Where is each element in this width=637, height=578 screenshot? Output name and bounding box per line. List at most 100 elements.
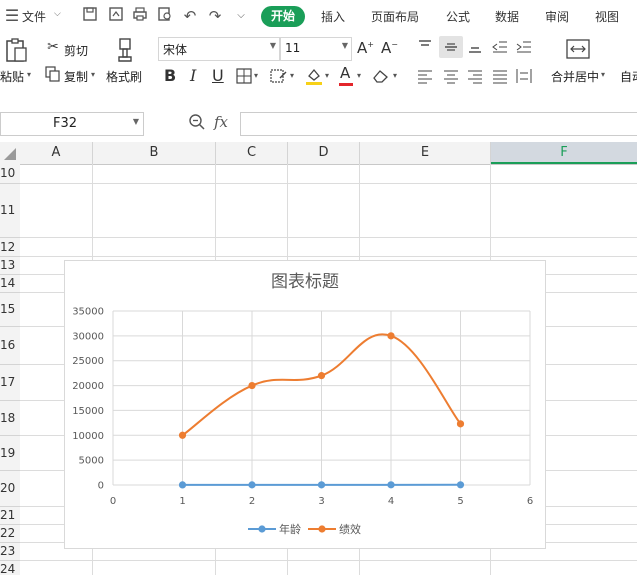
row-header-10[interactable]: 10 — [0, 164, 20, 184]
save-icon[interactable] — [80, 6, 100, 26]
hamburger-menu-icon[interactable]: ☰ — [2, 6, 22, 26]
chart-object[interactable]: 图表标题 05000100001500020000250003000035000… — [64, 260, 546, 549]
row-header-20[interactable]: 20 — [0, 471, 20, 507]
row-header-15[interactable]: 15 — [0, 293, 20, 327]
column-header-d[interactable]: D — [288, 142, 360, 164]
distributed-align-icon[interactable] — [516, 68, 532, 87]
row-header-11[interactable]: 11 — [0, 184, 20, 238]
export-pdf-icon[interactable] — [106, 6, 126, 26]
column-header-e[interactable]: E — [360, 142, 491, 164]
decrease-font-size-icon[interactable]: A− — [381, 39, 398, 57]
auto-wrap-button[interactable]: 自动 — [620, 68, 637, 85]
row-header-17[interactable]: 17 — [0, 365, 20, 401]
bold-icon[interactable]: B — [164, 66, 176, 85]
copy-icon[interactable] — [44, 66, 62, 84]
tab-start[interactable]: 开始 — [261, 6, 305, 27]
insert-function-button[interactable]: fx — [214, 113, 228, 131]
y-tick-label: 15000 — [72, 406, 104, 417]
print-preview-icon[interactable] — [155, 6, 175, 26]
undo-icon[interactable]: ↶ — [180, 6, 200, 26]
quick-access-more-icon[interactable]: ⌵ — [231, 6, 251, 26]
tab-insert[interactable]: 插入 — [321, 8, 345, 25]
align-bottom-icon[interactable] — [467, 39, 483, 58]
y-tick-label: 35000 — [72, 307, 104, 318]
increase-indent-icon[interactable] — [516, 39, 532, 58]
column-header-c[interactable]: C — [216, 142, 288, 164]
select-all-corner[interactable] — [4, 148, 16, 163]
y-tick-label: 20000 — [72, 381, 104, 392]
paste-dropdown-icon[interactable]: ▾ — [27, 70, 31, 79]
merge-center-icon[interactable] — [566, 38, 590, 63]
cell-style-dropdown-icon[interactable]: ▾ — [290, 71, 294, 80]
font-color-dropdown-icon[interactable]: ▾ — [357, 71, 361, 80]
zoom-search-icon[interactable] — [188, 113, 206, 134]
row-header-18[interactable]: 18 — [0, 401, 20, 436]
chart-legend[interactable]: 年龄绩效 — [248, 522, 361, 536]
redo-icon[interactable]: ↷ — [205, 6, 225, 26]
print-icon[interactable] — [130, 6, 150, 26]
row-header-24[interactable]: 24 — [0, 561, 20, 575]
row-header-16[interactable]: 16 — [0, 327, 20, 365]
column-header-bar: A B C D E F — [0, 142, 637, 165]
row-header-21[interactable]: 21 — [0, 507, 20, 525]
x-tick-label: 5 — [457, 496, 463, 507]
format-painter-button[interactable]: 格式刷 — [106, 68, 142, 85]
x-tick-label: 6 — [527, 496, 533, 507]
formula-bar: F32 ▼ fx — [0, 104, 637, 142]
column-header-a[interactable]: A — [20, 142, 93, 164]
chart-title[interactable]: 图表标题 — [271, 272, 339, 292]
row-header-13[interactable]: 13 — [0, 257, 20, 275]
merge-center-dropdown-icon[interactable]: ▾ — [601, 70, 605, 79]
file-menu-chevron-icon[interactable]: ⌵ — [54, 9, 61, 19]
tab-view[interactable]: 视图 — [595, 8, 619, 25]
justify-icon[interactable] — [492, 68, 508, 87]
paste-icon[interactable] — [4, 37, 28, 63]
clear-format-icon[interactable] — [372, 68, 390, 87]
format-painter-icon[interactable] — [114, 37, 136, 63]
row-header-22[interactable]: 22 — [0, 525, 20, 543]
tab-data[interactable]: 数据 — [495, 8, 519, 25]
tab-formulas[interactable]: 公式 — [446, 8, 470, 25]
decrease-indent-icon[interactable] — [492, 39, 508, 58]
align-middle-icon[interactable] — [443, 39, 459, 58]
row-header-12[interactable]: 12 — [0, 238, 20, 257]
font-size-select[interactable]: 11 ▼ — [280, 37, 352, 61]
tab-review[interactable]: 审阅 — [545, 8, 569, 25]
formula-input[interactable] — [240, 112, 637, 136]
column-header-b[interactable]: B — [93, 142, 216, 164]
copy-dropdown-icon[interactable]: ▾ — [91, 70, 95, 79]
y-tick-label: 10000 — [72, 431, 104, 442]
align-left-icon[interactable] — [417, 68, 433, 87]
copy-button[interactable]: 复制 — [64, 68, 88, 85]
x-tick-label: 4 — [388, 496, 394, 507]
fill-color-icon[interactable] — [305, 66, 323, 89]
increase-font-size-icon[interactable]: A+ — [357, 39, 374, 57]
data-point-1-4 — [387, 481, 394, 488]
column-header-f[interactable]: F — [491, 142, 637, 164]
underline-icon[interactable]: U — [212, 66, 224, 85]
font-color-icon[interactable]: A — [340, 64, 350, 82]
merge-center-button[interactable]: 合并居中 — [551, 68, 599, 85]
align-top-icon[interactable] — [417, 38, 433, 57]
x-tick-label: 3 — [318, 496, 324, 507]
file-menu[interactable]: 文件 — [22, 8, 46, 25]
row-header-14[interactable]: 14 — [0, 275, 20, 293]
fill-color-dropdown-icon[interactable]: ▾ — [325, 71, 329, 80]
plot-area[interactable]: 0500010000150002000025000300003500001234… — [72, 307, 533, 508]
borders-icon[interactable] — [236, 68, 252, 87]
cut-button[interactable]: 剪切 — [64, 42, 88, 59]
cut-icon[interactable]: ✂ — [44, 39, 62, 57]
font-name-select[interactable]: 宋体 ▼ — [158, 37, 280, 61]
row-header-23[interactable]: 23 — [0, 543, 20, 561]
paste-button[interactable]: 粘贴 — [0, 68, 24, 85]
row-header-19[interactable]: 19 — [0, 436, 20, 471]
borders-dropdown-icon[interactable]: ▾ — [254, 71, 258, 80]
cell-style-icon[interactable] — [270, 68, 288, 87]
italic-icon[interactable]: I — [190, 66, 196, 85]
align-right-icon[interactable] — [467, 68, 483, 87]
tab-page-layout[interactable]: 页面布局 — [371, 8, 419, 25]
name-box[interactable]: F32 ▼ — [0, 112, 144, 136]
data-point-2-3 — [318, 372, 325, 379]
align-center-icon[interactable] — [443, 68, 459, 87]
clear-format-dropdown-icon[interactable]: ▾ — [393, 71, 397, 80]
